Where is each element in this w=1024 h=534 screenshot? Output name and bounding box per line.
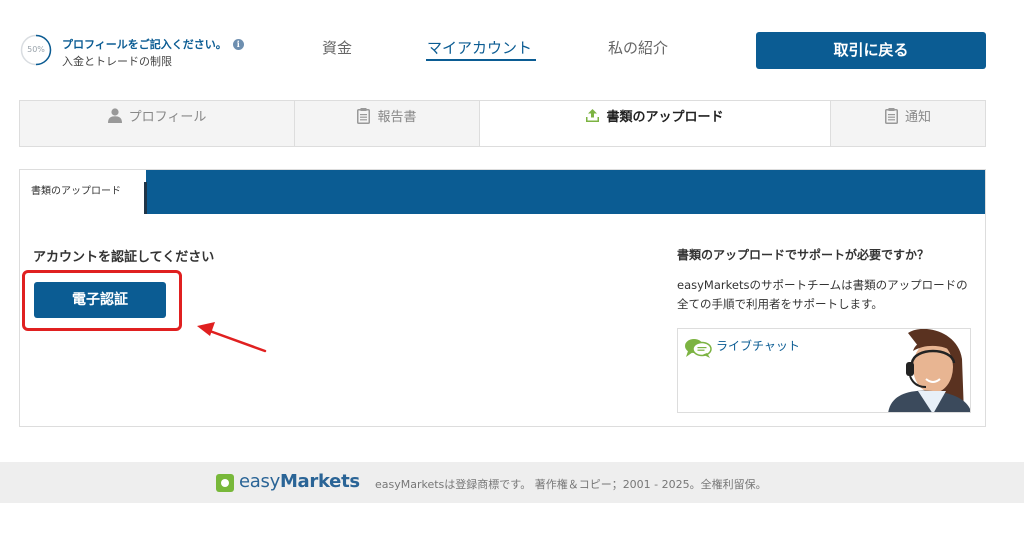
panel-tab-document-upload[interactable]: 書類のアップロード <box>20 170 146 214</box>
nav-active-underline <box>426 59 536 61</box>
tab-document-upload[interactable]: 書類のアップロード <box>480 101 831 146</box>
tab-reports[interactable]: 報告書 <box>295 101 480 146</box>
panel-tab-divider <box>144 182 147 214</box>
user-icon <box>107 108 122 123</box>
tab-profile[interactable]: プロフィール <box>20 101 295 146</box>
red-arrow-annotation <box>197 322 267 353</box>
nav-my-account[interactable]: マイアカウント <box>427 37 532 58</box>
tab-notifications[interactable]: 通知 <box>831 101 985 146</box>
tab-profile-label: プロフィール <box>128 110 207 125</box>
live-chat-box[interactable]: ライブチャット <box>677 328 971 413</box>
help-description: easyMarketsのサポートチームは書類のアップロードの全ての手順で利用者を… <box>677 278 968 311</box>
nav-referral[interactable]: 私の紹介 <box>608 37 668 58</box>
help-heading: 書類のアップロードでサポートが必要ですか？ <box>677 248 930 262</box>
profile-completion-link[interactable]: プロフィールをご記入ください。 i <box>62 36 244 52</box>
tab-reports-label: 報告書 <box>377 110 417 125</box>
logo-markets: Markets <box>279 471 360 492</box>
logo-easy: easy <box>239 471 280 492</box>
easymarkets-logo[interactable]: easyMarkets <box>239 471 360 492</box>
tab-document-upload-label: 書類のアップロード <box>606 110 724 125</box>
panel-header-bar: 書類のアップロード <box>20 170 985 214</box>
easymarkets-logo-icon <box>216 474 234 492</box>
upload-icon <box>586 109 600 122</box>
profile-progress-percent: 50% <box>27 45 45 54</box>
support-agent-image <box>888 329 970 412</box>
clipboard-icon <box>884 107 898 124</box>
footer: easyMarkets easyMarketsは登録商標です。 著作権＆コピー；… <box>0 462 1024 503</box>
info-icon[interactable]: i <box>232 39 244 50</box>
footer-copyright: easyMarketsは登録商標です。 著作権＆コピー；2001 - 2025。… <box>375 478 767 491</box>
profile-completion-subtitle: 入金とトレードの制限 <box>62 55 172 68</box>
clipboard-icon <box>357 107 371 124</box>
tab-notifications-label: 通知 <box>904 110 931 125</box>
verify-account-heading: アカウントを認証してください <box>33 250 215 265</box>
profile-completion-title: プロフィールをご記入ください。 <box>62 38 227 51</box>
live-chat-label: ライブチャット <box>716 339 800 353</box>
header: 50% プロフィールをご記入ください。 i 入金とトレードの制限 資金 マイアカウ… <box>0 0 1024 95</box>
account-tabs: プロフィール 報告書 書類のアップロード 通知 <box>19 100 986 147</box>
chat-bubbles-icon <box>685 339 712 358</box>
document-upload-panel: 書類のアップロード アカウントを認証してください 電子認証 書類のアップロードで… <box>19 169 986 427</box>
electronic-verification-button[interactable]: 電子認証 <box>34 282 166 318</box>
nav-funds[interactable]: 資金 <box>322 37 352 58</box>
back-to-trading-button[interactable]: 取引に戻る <box>756 32 986 69</box>
